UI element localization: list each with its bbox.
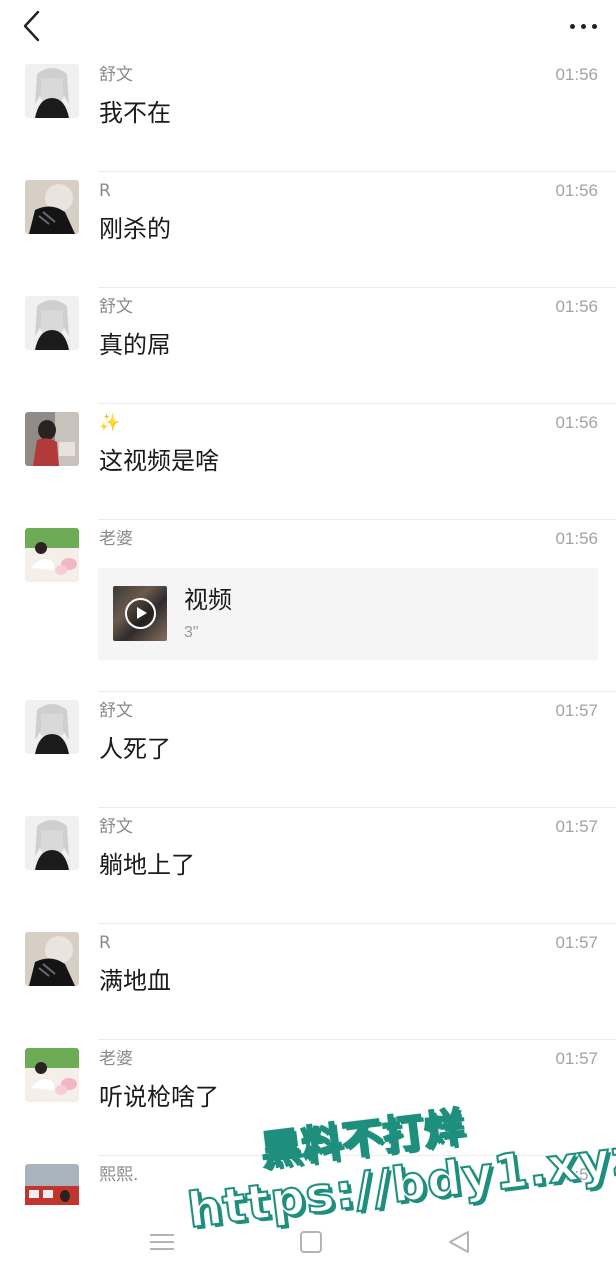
system-nav-bar — [0, 1205, 616, 1280]
message-text: 真的屌 — [99, 331, 171, 359]
message-text: 我不在 — [99, 99, 171, 127]
message-time: 01:57 — [555, 701, 598, 720]
avatar[interactable] — [25, 816, 79, 870]
sender-name: R — [99, 933, 111, 953]
message-list[interactable]: 舒文 01:56 我不在 R 01:56 刚杀的 舒文 01:56 真的屌 ✨ … — [0, 56, 616, 1272]
video-duration: 3" — [184, 624, 199, 641]
avatar[interactable] — [25, 412, 79, 466]
avatar[interactable] — [25, 932, 79, 986]
play-icon[interactable] — [125, 598, 156, 629]
more-horizontal-icon[interactable] — [566, 12, 602, 40]
list-item[interactable]: R 01:56 刚杀的 — [0, 172, 616, 288]
avatar[interactable] — [25, 180, 79, 234]
list-item[interactable]: 老婆 01:57 听说枪啥了 — [0, 1040, 616, 1156]
message-time: 01:56 — [555, 65, 598, 84]
message-time: 01:57 — [555, 817, 598, 836]
sender-name: 舒文 — [99, 701, 133, 721]
message-text: 这视频是啥 — [99, 447, 219, 475]
video-message-card[interactable]: 视频 3" — [98, 568, 598, 660]
sender-name: R — [99, 181, 111, 201]
avatar[interactable] — [25, 64, 79, 118]
sender-name: ✨ — [99, 413, 121, 433]
message-text: 满地血 — [99, 967, 171, 995]
message-time: 01:56 — [555, 297, 598, 316]
message-text: 躺地上了 — [99, 851, 195, 879]
sender-name: 舒文 — [99, 297, 133, 317]
chevron-left-icon[interactable] — [16, 8, 48, 44]
list-item[interactable]: 舒文 01:56 我不在 — [0, 56, 616, 172]
list-item[interactable]: ✨ 01:56 这视频是啥 — [0, 404, 616, 520]
sender-name: 老婆 — [99, 1049, 133, 1069]
sender-name: 舒文 — [99, 817, 133, 837]
back-triangle-icon[interactable] — [446, 1229, 472, 1255]
list-item[interactable]: 舒文 01:57 人死了 — [0, 692, 616, 808]
sender-name: 熙熙. — [99, 1165, 139, 1185]
message-text: 刚杀的 — [99, 215, 171, 243]
message-text: 听说枪啥了 — [99, 1083, 219, 1111]
top-bar — [0, 0, 616, 56]
avatar[interactable] — [25, 700, 79, 754]
avatar[interactable] — [25, 296, 79, 350]
video-thumbnail[interactable] — [113, 586, 167, 641]
message-time: 01:57 — [555, 1165, 598, 1184]
message-time: 01:57 — [555, 933, 598, 952]
message-time: 01:56 — [555, 413, 598, 432]
list-item[interactable]: 舒文 01:56 真的屌 — [0, 288, 616, 404]
message-time: 01:56 — [555, 181, 598, 200]
message-time: 01:56 — [555, 529, 598, 548]
sender-name: 老婆 — [99, 529, 133, 549]
list-item[interactable]: 舒文 01:57 躺地上了 — [0, 808, 616, 924]
message-text: 人死了 — [99, 735, 171, 763]
avatar[interactable] — [25, 1048, 79, 1102]
sender-name: 舒文 — [99, 65, 133, 85]
list-item[interactable]: 老婆 01:56 视频 3" — [0, 520, 616, 692]
video-title: 视频 — [184, 586, 232, 614]
home-square-icon[interactable] — [300, 1231, 322, 1253]
avatar[interactable] — [25, 528, 79, 582]
menu-icon[interactable] — [150, 1232, 174, 1252]
list-item[interactable]: R 01:57 满地血 — [0, 924, 616, 1040]
message-time: 01:57 — [555, 1049, 598, 1068]
